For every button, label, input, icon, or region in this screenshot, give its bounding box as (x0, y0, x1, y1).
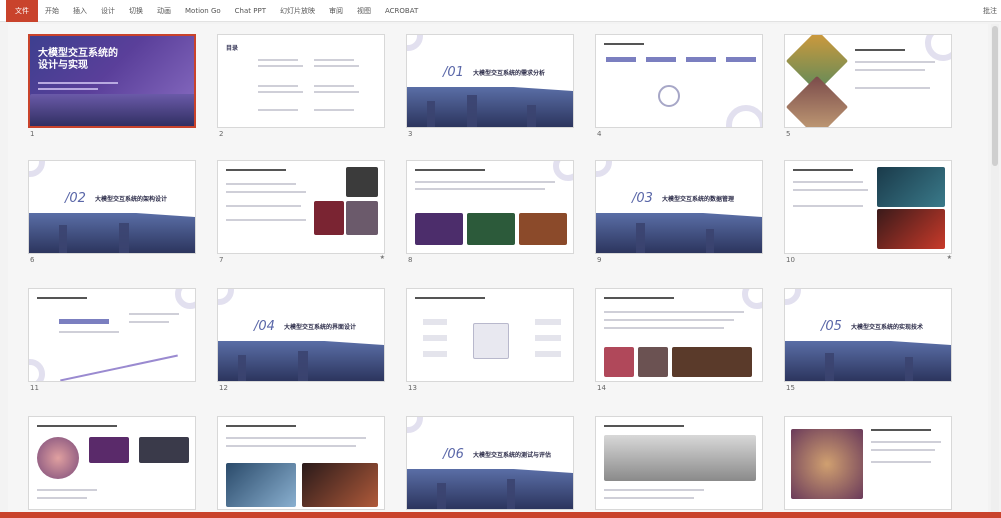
slide-4[interactable] (595, 34, 763, 128)
slide-thumbnail-14[interactable]: 14 (595, 288, 763, 392)
animation-icon: ★ (379, 254, 385, 261)
slide-11[interactable] (28, 288, 196, 382)
slide-14[interactable] (595, 288, 763, 382)
slide-15[interactable]: /05 大模型交互系统的实现技术 (784, 288, 952, 382)
slide-17[interactable] (217, 416, 385, 510)
slide-7[interactable] (217, 160, 385, 254)
tab-insert[interactable]: 插入 (66, 0, 94, 22)
slide-thumbnail-3[interactable]: /01 大模型交互系统的需求分析 3 (406, 34, 574, 138)
slide-6[interactable]: /02 大模型交互系统的架构设计 (28, 160, 196, 254)
slide-thumbnail-6[interactable]: /02 大模型交互系统的架构设计 6 (28, 160, 196, 264)
tab-acrobat[interactable]: ACROBAT (378, 0, 425, 22)
tab-review[interactable]: 审阅 (322, 0, 350, 22)
slide-thumbnail-9[interactable]: /03 大模型交互系统的数据管理 9 (595, 160, 763, 264)
slide-thumbnail-11[interactable]: 11 (28, 288, 196, 392)
slide-thumbnail-16[interactable] (28, 416, 196, 516)
slide-9[interactable]: /03 大模型交互系统的数据管理 (595, 160, 763, 254)
slide-number: 5 (786, 130, 791, 138)
slide-16[interactable] (28, 416, 196, 510)
slide-3[interactable]: /01 大模型交互系统的需求分析 (406, 34, 574, 128)
slide-number: 13 (408, 384, 417, 392)
slide-number: 6 (30, 256, 35, 264)
slide-number: 7 (219, 256, 224, 264)
slide-sorter: 大模型交互系统的 设计与实现 1 目录 2 /01 大模型交互系统的需求分析 3… (8, 24, 988, 512)
slide-thumbnail-18[interactable]: /06 大模型交互系统的测试与评估 (406, 416, 574, 516)
slide-thumbnail-5[interactable]: 5 (784, 34, 952, 138)
tab-file[interactable]: 文件 (6, 0, 38, 22)
slide-thumbnail-15[interactable]: /05 大模型交互系统的实现技术 15 (784, 288, 952, 392)
slide-2[interactable]: 目录 (217, 34, 385, 128)
tab-transitions[interactable]: 切换 (122, 0, 150, 22)
slide-thumbnail-17[interactable] (217, 416, 385, 516)
slide-number: 4 (597, 130, 602, 138)
tab-chat-ppt[interactable]: Chat PPT (228, 0, 273, 22)
slide-number: 15 (786, 384, 795, 392)
slide-number: 11 (30, 384, 39, 392)
slide-number: 9 (597, 256, 602, 264)
slide-number: 12 (219, 384, 228, 392)
scrollbar-thumb[interactable] (992, 26, 998, 166)
slide-thumbnail-20[interactable] (784, 416, 952, 516)
slide-thumbnail-12[interactable]: /04 大模型交互系统的界面设计 12 (217, 288, 385, 392)
section-title: 大模型交互系统的架构设计 (95, 196, 168, 203)
slide-number: 14 (597, 384, 606, 392)
slide-10[interactable] (784, 160, 952, 254)
section-title: 大模型交互系统的测试与评估 (473, 452, 552, 459)
animation-icon: ★ (946, 254, 952, 261)
comments-button[interactable]: 批注 (983, 0, 997, 22)
section-title: 大模型交互系统的实现技术 (851, 324, 924, 331)
tab-design[interactable]: 设计 (94, 0, 122, 22)
slide-title: 大模型交互系统的 设计与实现 (38, 48, 118, 71)
tab-animations[interactable]: 动画 (150, 0, 178, 22)
slide-5[interactable] (784, 34, 952, 128)
tab-slideshow[interactable]: 幻灯片放映 (273, 0, 322, 22)
section-title: 大模型交互系统的界面设计 (284, 324, 357, 331)
slide-thumbnail-8[interactable]: 8 (406, 160, 574, 264)
tab-motion-go[interactable]: Motion Go (178, 0, 228, 22)
slide-20[interactable] (784, 416, 952, 510)
status-bar-accent (0, 512, 1001, 518)
slide-thumbnail-1[interactable]: 大模型交互系统的 设计与实现 1 (28, 34, 196, 138)
slide-1[interactable]: 大模型交互系统的 设计与实现 (28, 34, 196, 128)
slide-thumbnail-7[interactable]: 7 ★ (217, 160, 385, 264)
slide-19[interactable] (595, 416, 763, 510)
slide-number: 8 (408, 256, 413, 264)
slide-18[interactable]: /06 大模型交互系统的测试与评估 (406, 416, 574, 510)
slide-thumbnail-19[interactable] (595, 416, 763, 516)
slide-thumbnail-13[interactable]: 13 (406, 288, 574, 392)
slide-thumbnail-10[interactable]: 10 ★ (784, 160, 952, 264)
slide-number: 10 (786, 256, 795, 264)
slide-13[interactable] (406, 288, 574, 382)
tab-view[interactable]: 视图 (350, 0, 378, 22)
slide-thumbnail-4[interactable]: 4 (595, 34, 763, 138)
slide-12[interactable]: /04 大模型交互系统的界面设计 (217, 288, 385, 382)
vertical-scrollbar[interactable] (991, 24, 999, 512)
section-title: 大模型交互系统的需求分析 (473, 70, 546, 77)
section-title: 大模型交互系统的数据管理 (662, 196, 735, 203)
slide-number: 1 (30, 130, 35, 138)
tab-home[interactable]: 开始 (38, 0, 66, 22)
ribbon-tabs: 文件 开始 插入 设计 切换 动画 Motion Go Chat PPT 幻灯片… (0, 0, 1001, 22)
slide-thumbnail-2[interactable]: 目录 2 (217, 34, 385, 138)
slide-number: 3 (408, 130, 413, 138)
slide-number: 2 (219, 130, 224, 138)
slide-8[interactable] (406, 160, 574, 254)
